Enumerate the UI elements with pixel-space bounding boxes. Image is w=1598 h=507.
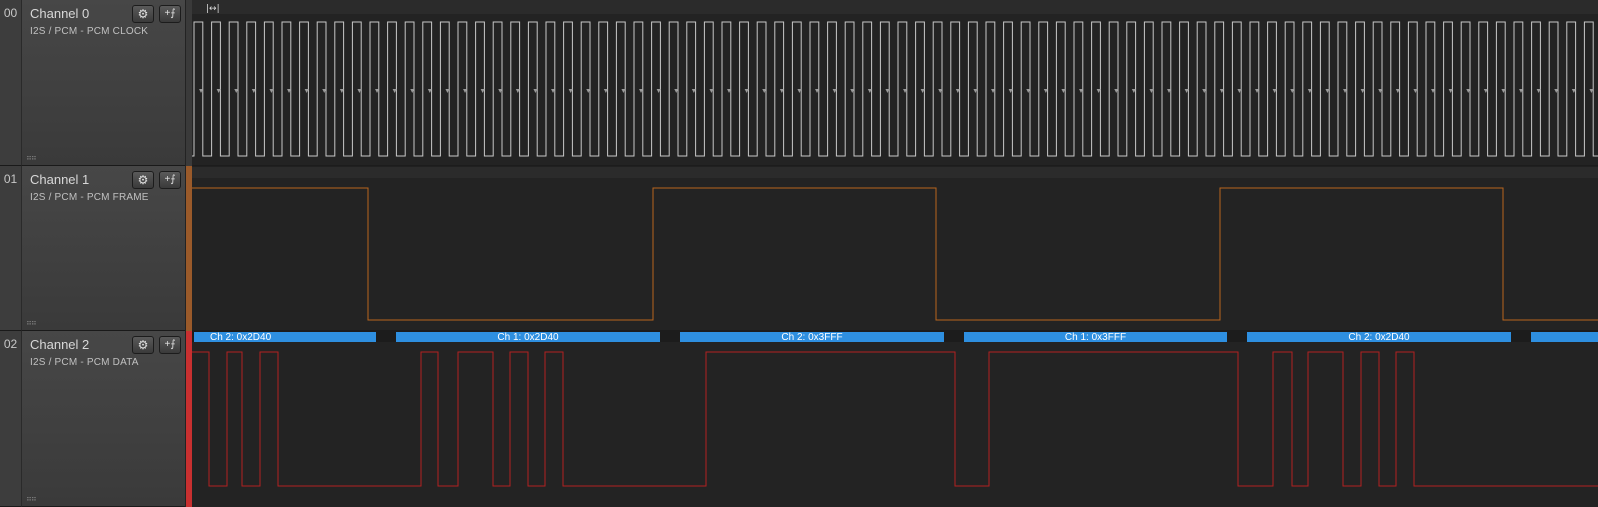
svg-text:|↔|: |↔| <box>206 4 220 14</box>
gear-icon: ⚙ <box>137 173 149 187</box>
channel-name[interactable]: Channel 0 <box>30 6 89 21</box>
logic-analyzer-window: 00 Channel 0 I2S / PCM - PCM CLOCK ⚙ +⨍ … <box>0 0 1598 507</box>
trigger-icon: +⨍ <box>164 8 176 19</box>
channel-settings-button[interactable]: ⚙ <box>132 336 154 354</box>
timeline-ruler[interactable] <box>192 0 1598 14</box>
channel-header-1[interactable]: Channel 1 I2S / PCM - PCM FRAME ⚙ +⨍ ⠶⠶ <box>22 166 185 331</box>
channel-index: 01 <box>0 166 22 331</box>
decoded-protocol-bar[interactable]: Ch 2: 0x2D40 Ch 1: 0x2D40 Ch 2: 0x3FFF Ch 1… <box>192 332 1598 343</box>
channel-settings-button[interactable]: ⚙ <box>132 5 154 23</box>
channel-header-2[interactable]: Channel 2 I2S / PCM - PCM DATA ⚙ +⨍ ⠶⠶ <box>22 331 185 507</box>
trigger-button[interactable]: +⨍ <box>159 5 181 23</box>
gear-icon: ⚙ <box>137 338 149 352</box>
decoded-frame-label: Ch 2: 0x2D40 <box>210 332 272 343</box>
gear-icon: ⚙ <box>137 7 149 21</box>
lane-separator <box>192 166 1598 178</box>
channel-name[interactable]: Channel 2 <box>30 337 89 352</box>
trigger-icon: +⨍ <box>164 174 176 185</box>
drag-grip-icon[interactable]: ⠶⠶ <box>26 495 37 503</box>
channel-settings-button[interactable]: ⚙ <box>132 171 154 189</box>
analyzer-label: I2S / PCM - PCM CLOCK <box>30 26 149 37</box>
decoded-frame-label: Ch 2: 0x2D40 <box>1348 332 1410 343</box>
decoded-frame-bar[interactable] <box>1531 332 1598 342</box>
analyzer-label: I2S / PCM - PCM FRAME <box>30 192 149 203</box>
channel-index: 00 <box>0 0 22 166</box>
channel-name[interactable]: Channel 1 <box>30 172 89 187</box>
trigger-button[interactable]: +⨍ <box>159 336 181 354</box>
decoded-frame-label: Ch 1: 0x2D40 <box>497 332 559 343</box>
channel-header-0[interactable]: Channel 0 I2S / PCM - PCM CLOCK ⚙ +⨍ ⠶⠶ <box>22 0 185 166</box>
drag-grip-icon[interactable]: ⠶⠶ <box>26 154 37 162</box>
trigger-button[interactable]: +⨍ <box>159 171 181 189</box>
timing-marker-icon[interactable]: |↔| <box>206 4 220 14</box>
trigger-icon: +⨍ <box>164 339 176 350</box>
analyzer-label: I2S / PCM - PCM DATA <box>30 357 139 368</box>
waveform-view[interactable]: |↔| Ch 2: 0x2D40 Ch 1: 0x2D40 Ch 2: 0x3FFF… <box>192 0 1598 507</box>
drag-grip-icon[interactable]: ⠶⠶ <box>26 319 37 327</box>
decoded-frame-label: Ch 2: 0x3FFF <box>781 332 842 343</box>
decoded-frame-label: Ch 1: 0x3FFF <box>1065 332 1126 343</box>
channel-index: 02 <box>0 331 22 507</box>
